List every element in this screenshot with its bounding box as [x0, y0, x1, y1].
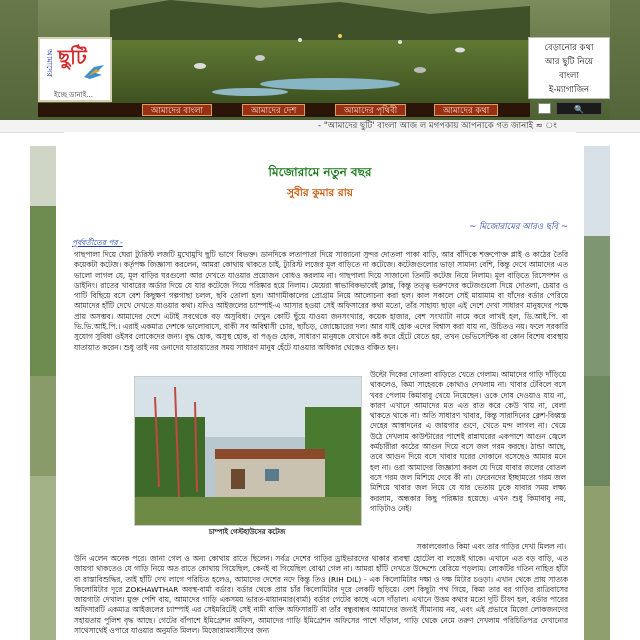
- main-navigation: আমাদের বাংলা আমাদের দেশ আমাদের পৃথিবী আম…: [38, 103, 530, 117]
- bird-icon: [84, 65, 104, 79]
- side-link-travel-stories[interactable]: বেড়ানোর কথা: [531, 41, 607, 55]
- article-paragraph: গাছপালা দিয়ে ঘেরা ট্যুরিস্ট লজটি মুখোমু…: [74, 250, 568, 352]
- side-link-about-chhuti[interactable]: আর ছুটি নিয়ে: [531, 55, 607, 69]
- nav-item-amader-kotha[interactable]: আমাদের কথা: [434, 104, 499, 116]
- right-decorative-photo: [584, 146, 610, 640]
- site-logo[interactable]: আমাদের ছুটি ইচ্ছে ডানাই...: [38, 37, 112, 102]
- article-paragraph: সকালবেলাও কিমা এবং তার গাড়ির দেখা মিলল …: [416, 542, 566, 551]
- side-links-panel: বেড়ানোর কথা আর ছুটি নিয়ে বাংলা ই-ম্যাগ…: [528, 37, 610, 99]
- article-author: সুবীর কুমার রায়: [287, 187, 353, 199]
- photo-caption: চাম্পাই গেস্টহাউসের কটেজ: [208, 528, 286, 536]
- article-content: মিজোরামে নতুন বছর সুবীর কুমার রায় ~ মিজ…: [64, 132, 576, 640]
- article-title: মিজোরামে নতুন বছর: [268, 165, 372, 179]
- article-paragraph: উল্টো দিকের দোতলা বাড়িতে খেতে গেলাম। আম…: [370, 370, 566, 513]
- cottage-photo: [134, 376, 362, 526]
- ticker-text: - "আমাদের ছুটি' বাংলা আজ ল মগপকায় আপনাক…: [318, 121, 557, 131]
- side-link-emagazine[interactable]: ই-ম্যাগাজিন: [531, 83, 607, 97]
- left-decorative-photo: [30, 146, 56, 640]
- search-icon: 🔍: [574, 105, 584, 114]
- nav-item-amader-prithibi[interactable]: আমাদের পৃথিবী: [335, 104, 407, 116]
- previous-part-link[interactable]: পূর্ববর্তীতের পর -: [72, 238, 123, 250]
- site-header: আমাদের ছুটি ইচ্ছে ডানাই... বেড়ানোর কথা …: [0, 0, 640, 120]
- nav-item-amader-bangla[interactable]: আমাদের বাংলা: [142, 104, 213, 116]
- article-paragraph: উনি এলেন অনেক পরে। জানা গেল ও অন্য কোথায…: [74, 554, 568, 636]
- search-input[interactable]: [538, 103, 551, 114]
- logo-tagline: ইচ্ছে ডানাই...: [54, 91, 94, 99]
- search-button[interactable]: 🔍: [556, 102, 602, 115]
- more-photos-link[interactable]: ~ মিজোরামের আরও ছবি ~: [469, 220, 568, 234]
- nav-item-amader-desh[interactable]: আমাদের দেশ: [242, 104, 306, 116]
- side-link-bangla[interactable]: বাংলা: [531, 69, 607, 83]
- logo-side-text: আমাদের: [45, 49, 54, 77]
